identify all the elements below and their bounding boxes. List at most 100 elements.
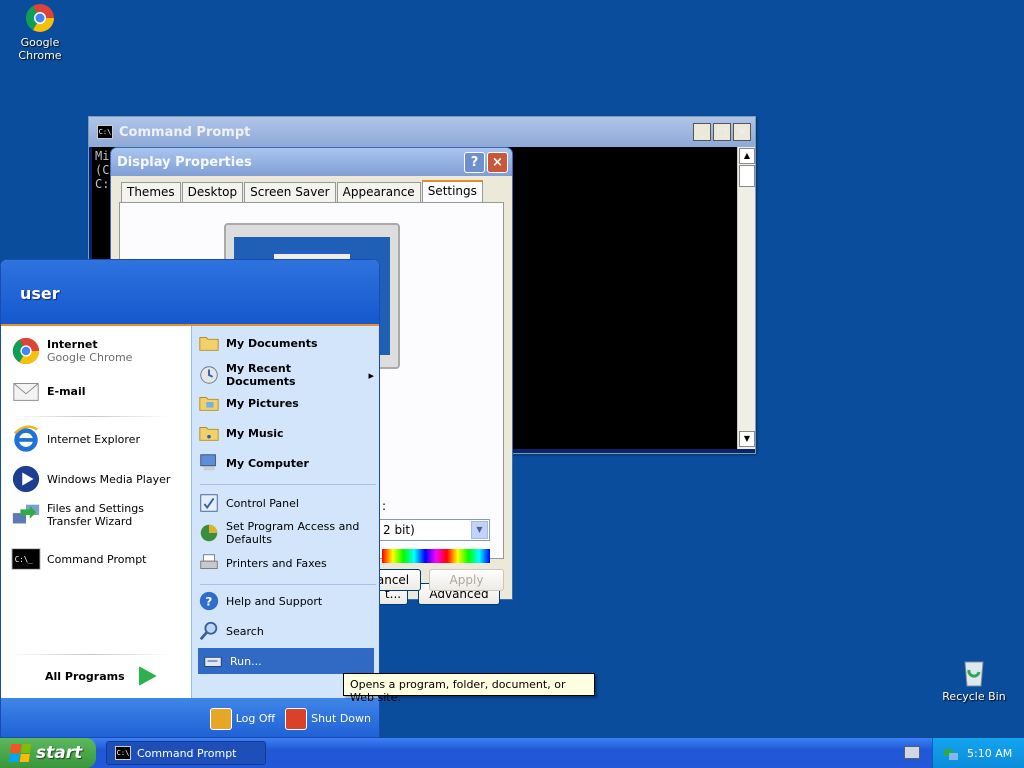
close-button[interactable]: × bbox=[733, 123, 751, 141]
recent-item-windows-media-player[interactable]: Windows Media Player bbox=[11, 464, 170, 494]
taskbar: start C:\ Command Prompt 5:10 AM bbox=[0, 738, 1024, 768]
places-item-help-support[interactable]: ? Help and Support bbox=[198, 590, 322, 612]
start-button[interactable]: start bbox=[0, 738, 96, 768]
media-player-icon bbox=[12, 465, 40, 493]
minimize-button[interactable]: _ bbox=[693, 123, 711, 141]
desktop-icon-recycle-bin[interactable]: Recycle Bin bbox=[934, 656, 1014, 703]
separator bbox=[200, 584, 376, 585]
places-item-label: My Computer bbox=[226, 456, 309, 470]
scroll-thumb[interactable] bbox=[739, 165, 755, 187]
folder-icon bbox=[199, 337, 219, 351]
recent-item-label: Windows Media Player bbox=[47, 472, 171, 486]
separator bbox=[11, 416, 169, 417]
dialog-title: Display Properties bbox=[117, 154, 252, 170]
command-prompt-titlebar[interactable]: C:\ Command Prompt _ □ × bbox=[89, 117, 755, 147]
help-icon: ? bbox=[199, 591, 219, 611]
close-button[interactable]: × bbox=[487, 151, 508, 173]
pictures-folder-icon bbox=[199, 397, 219, 411]
color-quality-select[interactable]: 2 bit) ▼ bbox=[378, 519, 490, 541]
places-item-run[interactable]: Run... bbox=[198, 648, 374, 674]
tab-themes[interactable]: Themes bbox=[121, 182, 181, 202]
pinned-item-title: E-mail bbox=[47, 384, 86, 398]
search-icon bbox=[199, 621, 218, 641]
recent-item-label: Internet Explorer bbox=[47, 432, 140, 446]
command-prompt-icon: C:\_ bbox=[11, 548, 41, 570]
maximize-button[interactable]: □ bbox=[713, 123, 731, 141]
pinned-item-email[interactable]: E-mail bbox=[11, 376, 86, 406]
dialog-tabs: Themes Desktop Screen Saver Appearance S… bbox=[121, 180, 484, 202]
chevron-down-icon[interactable]: ▼ bbox=[471, 521, 488, 539]
tab-appearance[interactable]: Appearance bbox=[336, 182, 421, 202]
clock[interactable]: 5:10 AM bbox=[967, 747, 1012, 760]
places-item-my-recent-documents[interactable]: My Recent Documents ▸ bbox=[198, 362, 374, 388]
key-icon bbox=[209, 707, 232, 730]
tab-desktop[interactable]: Desktop bbox=[181, 182, 244, 202]
desktop-icon-google-chrome[interactable]: Google Chrome bbox=[0, 2, 80, 62]
places-item-label: Run... bbox=[230, 654, 262, 668]
places-item-my-documents[interactable]: My Documents bbox=[198, 332, 318, 354]
internet-explorer-icon bbox=[13, 425, 38, 452]
desktop-icon-label: Google Chrome bbox=[18, 36, 62, 62]
taskbar-button-label: Command Prompt bbox=[137, 746, 237, 760]
places-item-control-panel[interactable]: Control Panel bbox=[198, 492, 299, 514]
submenu-arrow-icon: ▸ bbox=[368, 368, 374, 382]
control-panel-icon bbox=[200, 494, 218, 512]
places-item-label: My Documents bbox=[226, 336, 318, 350]
color-quality-label-fragment: : bbox=[382, 499, 387, 513]
all-programs-button[interactable]: All Programs bbox=[45, 666, 157, 686]
places-item-printers-faxes[interactable]: Printers and Faxes bbox=[198, 552, 327, 574]
taskbar-button-command-prompt[interactable]: C:\ Command Prompt bbox=[106, 741, 266, 765]
places-item-label: Search bbox=[226, 624, 264, 638]
log-off-button[interactable]: Log Off bbox=[209, 707, 275, 730]
music-folder-icon bbox=[199, 427, 219, 441]
help-button[interactable]: ? bbox=[464, 151, 485, 173]
vertical-scrollbar[interactable]: ▲ ▼ bbox=[737, 147, 755, 449]
start-menu-left-column: Internet Google Chrome E-mail Internet E… bbox=[1, 326, 191, 698]
dialog-titlebar[interactable]: Display Properties ? × bbox=[111, 148, 512, 176]
pinned-item-subtitle: Google Chrome bbox=[47, 351, 133, 364]
printer-icon bbox=[200, 554, 218, 569]
windows-logo-icon bbox=[8, 744, 32, 762]
command-prompt-icon: C:\ bbox=[97, 125, 113, 139]
recent-item-files-settings-transfer[interactable]: Files and Settings Transfer Wizard bbox=[11, 500, 187, 530]
tab-screen-saver[interactable]: Screen Saver bbox=[244, 182, 336, 202]
computer-icon bbox=[200, 454, 216, 471]
chrome-icon bbox=[26, 4, 54, 32]
program-access-icon bbox=[200, 524, 218, 542]
recent-item-label: Files and Settings Transfer Wizard bbox=[47, 502, 144, 528]
command-prompt-icon: C:\ bbox=[115, 746, 131, 760]
keyboard-icon[interactable] bbox=[904, 746, 920, 759]
scroll-up-arrow-icon[interactable]: ▲ bbox=[739, 148, 755, 164]
shut-down-button[interactable]: Shut Down bbox=[285, 707, 371, 730]
recycle-bin-icon bbox=[964, 661, 984, 687]
run-tooltip: Opens a program, folder, document, or We… bbox=[343, 673, 595, 704]
places-item-label: My Music bbox=[226, 426, 284, 440]
shut-down-label: Shut Down bbox=[311, 712, 371, 725]
recent-item-internet-explorer[interactable]: Internet Explorer bbox=[11, 424, 140, 454]
places-item-my-music[interactable]: My Music bbox=[198, 422, 284, 444]
desktop-icon-label: Recycle Bin bbox=[942, 690, 1006, 703]
apply-button[interactable]: Apply bbox=[429, 569, 504, 591]
chrome-icon bbox=[12, 337, 40, 365]
color-quality-value: 2 bit) bbox=[383, 523, 415, 537]
separator bbox=[200, 484, 376, 485]
places-item-search[interactable]: Search bbox=[198, 620, 264, 642]
scroll-down-arrow-icon[interactable]: ▼ bbox=[739, 431, 755, 447]
start-menu[interactable]: user Internet Google Chrome E-mail Inter… bbox=[0, 259, 380, 738]
tab-settings[interactable]: Settings bbox=[421, 180, 483, 202]
separator bbox=[11, 654, 169, 655]
all-programs-label: All Programs bbox=[45, 669, 125, 683]
start-menu-footer: Log Off Shut Down bbox=[1, 698, 379, 737]
pinned-item-internet[interactable]: Internet Google Chrome bbox=[11, 336, 132, 366]
places-item-label: My Recent Documents bbox=[226, 362, 296, 388]
start-menu-right-column: My Documents My Recent Documents ▸ My Pi… bbox=[191, 326, 379, 698]
svg-text:C:\_: C:\_ bbox=[15, 555, 34, 564]
user-name: user bbox=[20, 284, 60, 303]
places-item-my-computer[interactable]: My Computer bbox=[198, 452, 309, 474]
start-menu-user-header: user bbox=[1, 260, 379, 326]
places-item-label: Control Panel bbox=[226, 496, 299, 510]
network-icon[interactable] bbox=[943, 745, 959, 761]
places-item-program-access[interactable]: Set Program Access and Defaults bbox=[198, 520, 374, 546]
places-item-my-pictures[interactable]: My Pictures bbox=[198, 392, 299, 414]
recent-item-command-prompt[interactable]: C:\_ Command Prompt bbox=[11, 544, 147, 574]
